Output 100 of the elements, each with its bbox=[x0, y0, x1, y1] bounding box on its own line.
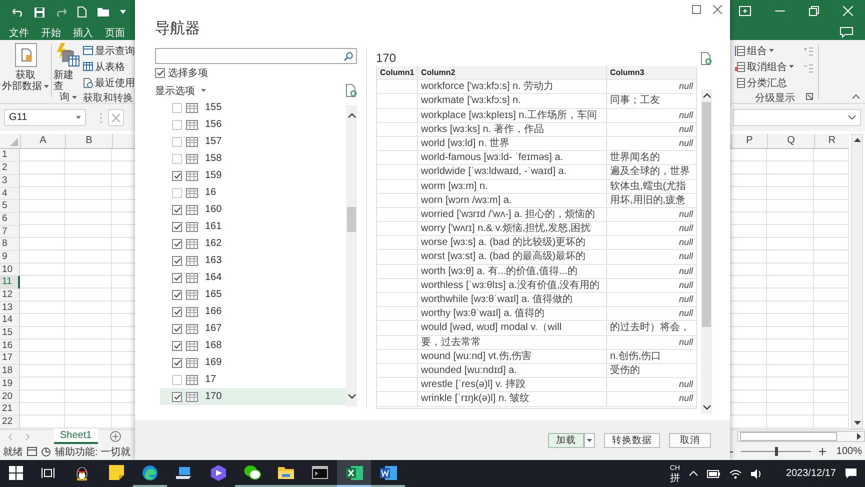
scrollbar[interactable] bbox=[701, 89, 712, 414]
volume-icon[interactable] bbox=[750, 468, 763, 478]
accessibility-icon[interactable] bbox=[41, 446, 51, 457]
checkbox[interactable] bbox=[172, 290, 182, 300]
table-list-item[interactable]: 166 bbox=[160, 303, 346, 320]
row-header[interactable]: 17 bbox=[0, 352, 20, 366]
column-header[interactable]: A bbox=[20, 134, 65, 148]
chevron-up-icon[interactable] bbox=[348, 113, 356, 118]
checkbox[interactable] bbox=[172, 154, 182, 164]
row-header[interactable]: 20 bbox=[0, 390, 20, 404]
comment-icon[interactable] bbox=[840, 27, 853, 38]
checkbox[interactable] bbox=[172, 392, 182, 402]
column-header[interactable]: Q bbox=[767, 134, 814, 148]
ribbon-button[interactable]: 最近使用 bbox=[82, 76, 135, 90]
get-external-data-button[interactable]: 获取 外部数据 bbox=[1, 43, 50, 92]
save-icon[interactable] bbox=[34, 6, 45, 18]
row-header[interactable]: 10 bbox=[0, 264, 20, 276]
row-header[interactable]: 8 bbox=[0, 238, 20, 251]
status-text[interactable]: 辅助功能: 一切就 bbox=[55, 444, 131, 459]
taskbar-button[interactable] bbox=[337, 460, 371, 487]
table-list-item[interactable]: 163 bbox=[160, 252, 346, 269]
row-header[interactable]: 2 bbox=[0, 162, 20, 175]
table-list-item[interactable]: 159 bbox=[160, 167, 346, 184]
ribbon-display-icon[interactable] bbox=[739, 6, 751, 16]
column-header[interactable]: P bbox=[731, 134, 767, 148]
row-header[interactable]: 4 bbox=[0, 188, 20, 200]
zoom-level[interactable]: 100% bbox=[836, 446, 862, 458]
checkbox[interactable] bbox=[155, 68, 165, 78]
row-header[interactable]: 3 bbox=[0, 174, 20, 188]
row-header[interactable]: 9 bbox=[0, 250, 20, 264]
checkbox-label[interactable]: 选择多项 bbox=[168, 66, 208, 80]
restore-icon[interactable] bbox=[809, 6, 819, 16]
checkbox[interactable] bbox=[172, 374, 182, 384]
checkbox[interactable] bbox=[172, 102, 182, 112]
name-box[interactable]: G11 bbox=[4, 109, 86, 126]
row-header[interactable]: 14 bbox=[0, 314, 20, 328]
ribbon-button[interactable]: 取消组合 bbox=[735, 60, 794, 74]
cell-grid[interactable] bbox=[20, 149, 112, 429]
table-list-item[interactable]: 17 bbox=[160, 371, 346, 388]
macro-record-icon[interactable] bbox=[27, 447, 37, 456]
table-list-item[interactable]: 158 bbox=[160, 150, 346, 167]
row-header[interactable]: 12 bbox=[0, 289, 20, 302]
dropdown-button[interactable] bbox=[584, 432, 595, 448]
zoom-slider-thumb[interactable] bbox=[774, 447, 778, 456]
dialog-launcher-icon[interactable] bbox=[806, 93, 813, 100]
close-icon[interactable] bbox=[713, 5, 722, 14]
table-list-item[interactable]: 170 bbox=[160, 388, 346, 405]
chevron-up-icon[interactable] bbox=[702, 93, 710, 98]
row-header[interactable]: 6 bbox=[0, 212, 20, 226]
ribbon-button[interactable]: 分类汇总 bbox=[735, 76, 794, 90]
row-header[interactable]: 11 bbox=[0, 276, 20, 290]
row-header[interactable]: 15 bbox=[0, 327, 20, 340]
chevron-down-icon[interactable] bbox=[348, 394, 356, 399]
row-header[interactable]: 18 bbox=[0, 365, 20, 378]
row-header[interactable]: 1 bbox=[0, 149, 20, 162]
scrollbar[interactable] bbox=[346, 105, 357, 407]
scroll-up-icon[interactable] bbox=[854, 138, 860, 142]
table-list-item[interactable]: 167 bbox=[160, 320, 346, 337]
refresh-document-icon[interactable] bbox=[346, 84, 357, 97]
scroll-down-icon[interactable] bbox=[854, 420, 860, 425]
formula-field[interactable] bbox=[733, 109, 861, 126]
table-list-item[interactable]: 160 bbox=[160, 201, 346, 218]
add-sheet-icon[interactable] bbox=[110, 431, 121, 442]
scroll-right-icon[interactable] bbox=[857, 433, 861, 440]
undo-icon[interactable] bbox=[12, 7, 24, 17]
checkbox[interactable] bbox=[172, 324, 182, 334]
collapse-ribbon-icon[interactable] bbox=[852, 94, 860, 100]
checkbox[interactable] bbox=[172, 256, 182, 266]
refresh-document-icon[interactable] bbox=[701, 52, 712, 64]
row-header[interactable]: 21 bbox=[0, 403, 20, 416]
checkbox[interactable] bbox=[172, 272, 182, 282]
dialog-button[interactable]: 加载 bbox=[548, 432, 584, 448]
table-list-item[interactable]: 169 bbox=[160, 354, 346, 371]
cell-grid[interactable] bbox=[731, 149, 849, 429]
menu-tab[interactable]: 插入 bbox=[73, 26, 93, 40]
checkbox[interactable] bbox=[172, 358, 182, 368]
row-header[interactable]: 19 bbox=[0, 378, 20, 391]
horizontal-scrollbar[interactable] bbox=[737, 431, 865, 442]
row-header[interactable]: 16 bbox=[0, 340, 20, 352]
scrollbar-thumb[interactable] bbox=[347, 207, 356, 232]
dialog-button[interactable]: 取消 bbox=[669, 432, 711, 448]
row-header[interactable]: 22 bbox=[0, 416, 20, 429]
checkbox[interactable] bbox=[172, 340, 182, 350]
menu-tab[interactable]: 页面 bbox=[105, 26, 125, 40]
taskbar-date[interactable]: 2023/12/17 bbox=[786, 468, 836, 479]
table-list-item[interactable]: 165 bbox=[160, 286, 346, 303]
table-list-item[interactable]: 157 bbox=[160, 133, 346, 150]
menu-tab[interactable]: 开始 bbox=[41, 26, 61, 40]
column-header[interactable]: R bbox=[814, 134, 849, 148]
expand-icon[interactable] bbox=[848, 115, 856, 120]
ribbon-button[interactable]: 从表格 bbox=[82, 60, 135, 74]
row-header[interactable]: 13 bbox=[0, 302, 20, 314]
checkbox[interactable] bbox=[172, 136, 182, 146]
ribbon-button[interactable]: 显示查询 bbox=[82, 44, 135, 58]
new-query-button[interactable]: 新建查 询 bbox=[53, 43, 83, 104]
chevron-down-icon[interactable] bbox=[702, 405, 710, 410]
checkbox[interactable] bbox=[172, 188, 182, 198]
display-options-dropdown[interactable]: 显示选项 bbox=[155, 84, 195, 98]
checkbox[interactable] bbox=[172, 204, 182, 214]
folder-icon[interactable] bbox=[97, 7, 110, 17]
